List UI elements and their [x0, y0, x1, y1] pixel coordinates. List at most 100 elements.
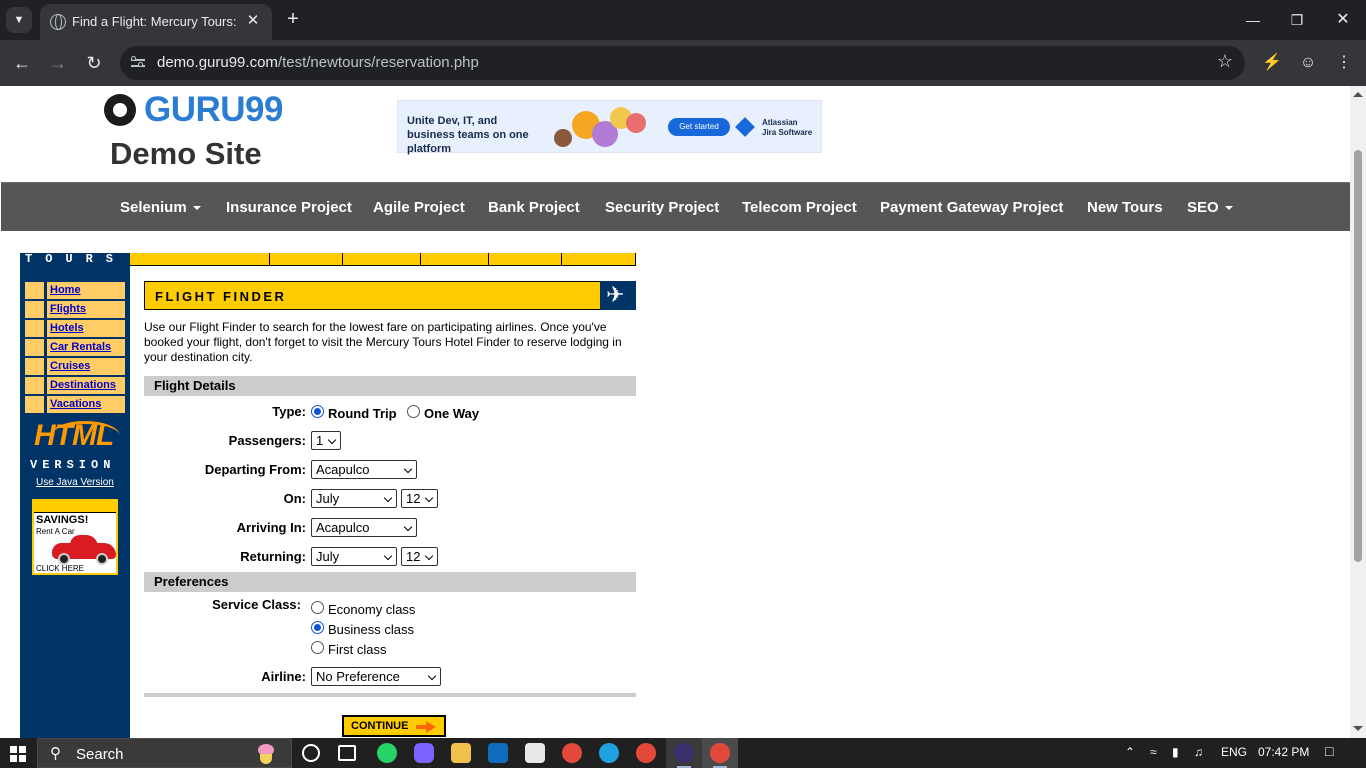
logo-subtitle: Demo Site: [110, 136, 262, 171]
battery-icon[interactable]: ▮: [1172, 745, 1179, 759]
sidebar-item-flights: Flights: [24, 300, 126, 319]
departing-day-select[interactable]: 12: [401, 489, 438, 508]
minimize-button[interactable]: —: [1241, 8, 1265, 32]
returning-month-select[interactable]: July: [311, 547, 397, 566]
flight-finder-header: FLIGHT FINDER ✈: [144, 281, 636, 310]
forward-button[interactable]: →: [46, 51, 70, 75]
store-icon[interactable]: [525, 743, 545, 763]
ad-get-started-button[interactable]: Get started: [668, 118, 730, 136]
omnibox[interactable]: demo.guru99.com/test/newtours/reservatio…: [120, 46, 1245, 80]
page-scrollbar[interactable]: [1350, 86, 1366, 738]
hotels-link[interactable]: Hotels: [50, 322, 84, 334]
tab-title: Find a Flight: Mercury Tours:: [72, 14, 237, 29]
returning-label: Returning:: [240, 549, 306, 564]
bookmark-star-icon[interactable]: ☆: [1217, 51, 1233, 72]
nav-seo[interactable]: SEO: [1187, 199, 1233, 216]
car-rentals-link[interactable]: Car Rentals: [50, 341, 111, 353]
round-trip-label: Round Trip: [328, 406, 397, 421]
rent-a-car-ad[interactable]: SAVINGS! Rent A Car CLICK HERE: [32, 499, 118, 575]
tab-search-button[interactable]: ▼: [6, 7, 32, 33]
scroll-up-icon[interactable]: [1353, 92, 1363, 97]
notifications-icon[interactable]: □: [1325, 743, 1333, 759]
passengers-select[interactable]: 1: [311, 431, 341, 450]
flights-link[interactable]: Flights: [50, 303, 86, 315]
close-window-button[interactable]: ✕: [1331, 8, 1355, 32]
outlook-icon[interactable]: [488, 743, 508, 763]
jira-ad-banner[interactable]: Unite Dev, IT, and business teams on one…: [397, 100, 822, 155]
file-explorer-icon[interactable]: [451, 743, 471, 763]
nav-insurance-project[interactable]: Insurance Project: [226, 199, 352, 216]
close-tab-icon[interactable]: ✕: [242, 10, 264, 32]
restore-button[interactable]: ❐: [1285, 8, 1309, 32]
site-settings-icon[interactable]: [130, 55, 146, 71]
wifi-icon[interactable]: ≈: [1150, 745, 1157, 759]
caret-down-icon: [1224, 206, 1233, 211]
language-indicator[interactable]: ENG: [1221, 745, 1247, 759]
eclipse-taskbar-button[interactable]: [666, 738, 702, 768]
search-highlight-icon: [254, 742, 278, 766]
nav-payment-gateway-project[interactable]: Payment Gateway Project: [880, 199, 1063, 216]
sidebar-item-hotels: Hotels: [24, 319, 126, 338]
departing-month-select[interactable]: July: [311, 489, 397, 508]
taskbar-search-text: Search: [76, 746, 124, 763]
edge-icon[interactable]: [599, 743, 619, 763]
scroll-down-icon[interactable]: [1353, 726, 1363, 731]
nav-selenium[interactable]: Selenium: [120, 199, 201, 216]
departing-from-select[interactable]: Acapulco: [311, 460, 417, 479]
nav-bank-project[interactable]: Bank Project: [488, 199, 580, 216]
taskbar-search-box[interactable]: ⚲ Search: [37, 738, 292, 768]
whatsapp-icon[interactable]: [377, 743, 397, 763]
home-link[interactable]: Home: [50, 284, 81, 296]
nav-new-tours[interactable]: New Tours: [1087, 199, 1163, 216]
airline-select[interactable]: No Preference: [311, 667, 441, 686]
new-tab-button[interactable]: +: [282, 8, 304, 32]
web-page: GURU99 Demo Site Unite Dev, IT, and busi…: [0, 86, 1350, 738]
chrome-icon[interactable]: [562, 743, 582, 763]
arriving-in-select[interactable]: Acapulco: [311, 518, 417, 537]
back-button[interactable]: ←: [10, 51, 34, 75]
ad-people-illustration: [554, 105, 649, 151]
economy-class-radio[interactable]: [311, 601, 324, 614]
task-view-icon[interactable]: [338, 745, 356, 761]
scrollbar-thumb[interactable]: [1354, 150, 1362, 562]
chrome-profile-icon[interactable]: [636, 743, 656, 763]
extension-icon[interactable]: ⚡: [1260, 51, 1284, 75]
sidebar-item-vacations: Vacations: [24, 395, 126, 414]
nav-telecom-project[interactable]: Telecom Project: [742, 199, 857, 216]
guru99-logo-icon: [104, 94, 136, 126]
volume-icon[interactable]: ♫: [1194, 745, 1203, 759]
tray-chevron-icon[interactable]: ⌃: [1125, 745, 1135, 759]
vacations-link[interactable]: Vacations: [50, 398, 101, 410]
arriving-in-label: Arriving In:: [236, 520, 306, 535]
windows-start-icon[interactable]: [10, 746, 26, 762]
menu-kebab-icon[interactable]: ⋮: [1332, 51, 1356, 75]
arrow-right-icon: [416, 721, 436, 733]
cruises-link[interactable]: Cruises: [50, 360, 90, 372]
type-label: Type:: [272, 404, 306, 419]
search-icon: ⚲: [50, 745, 61, 762]
reload-button[interactable]: ↻: [82, 51, 106, 75]
clock[interactable]: 07:42 PM: [1258, 745, 1309, 759]
cortana-icon[interactable]: [302, 744, 320, 762]
first-class-radio[interactable]: [311, 641, 324, 654]
url-text[interactable]: demo.guru99.com/test/newtours/reservatio…: [157, 54, 479, 71]
windows-taskbar: ⚲ Search ⌃ ≈ ▮ ♫ ENG 07:42 PM □: [0, 738, 1366, 768]
tours-wordmark: TOURS: [25, 252, 127, 266]
copilot-icon[interactable]: [414, 743, 434, 763]
one-way-radio[interactable]: [407, 405, 420, 418]
ad-text: Unite Dev, IT, and business teams on one…: [407, 115, 529, 155]
flight-details-section: Flight Details: [144, 376, 636, 396]
chrome-active-button[interactable]: [702, 738, 738, 768]
main-nav-bar: Selenium Insurance Project Agile Project…: [1, 182, 1350, 231]
nav-security-project[interactable]: Security Project: [605, 199, 719, 216]
continue-button[interactable]: CONTINUE: [342, 715, 446, 737]
jira-icon: [735, 117, 755, 137]
returning-day-select[interactable]: 12: [401, 547, 438, 566]
profile-icon[interactable]: ☺: [1296, 51, 1320, 75]
nav-agile-project[interactable]: Agile Project: [373, 199, 465, 216]
business-class-radio[interactable]: [311, 621, 324, 634]
use-java-version-link[interactable]: Use Java Version: [36, 477, 114, 488]
destinations-link[interactable]: Destinations: [50, 379, 116, 391]
active-tab[interactable]: Find a Flight: Mercury Tours: ✕: [40, 4, 272, 40]
round-trip-radio[interactable]: [311, 405, 324, 418]
